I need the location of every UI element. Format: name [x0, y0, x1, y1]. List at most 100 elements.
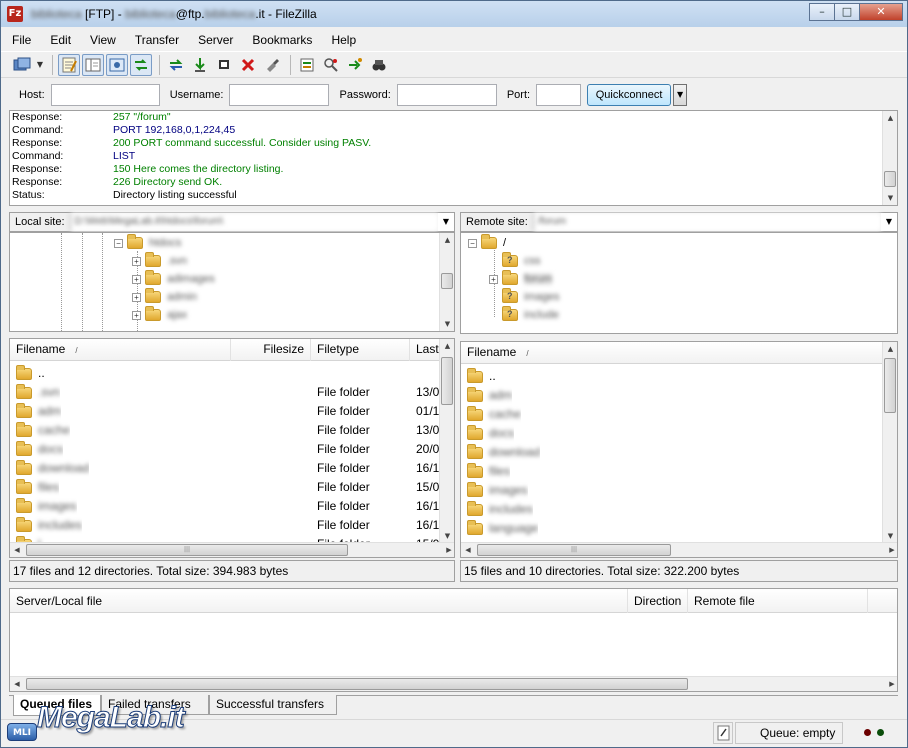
local-directory-tree[interactable]: − htdocs + .svn + adimages + admin + ajax ▲ ▼ — [9, 232, 455, 332]
refresh-icon[interactable] — [165, 54, 187, 76]
password-input[interactable] — [396, 83, 497, 106]
reconnect-icon[interactable] — [261, 54, 283, 76]
local-file-row[interactable]: images File folder 16/1 — [10, 497, 441, 516]
scroll-down-icon[interactable]: ▼ — [883, 191, 897, 205]
column-filetype[interactable]: Filetype — [311, 339, 410, 361]
menu-server[interactable]: Server — [195, 31, 236, 49]
column-server-local-file[interactable]: Server/Local file — [10, 589, 628, 613]
expand-icon[interactable]: + — [489, 274, 498, 284]
toggle-remote-tree-icon[interactable] — [106, 53, 128, 76]
remote-file-row[interactable]: cache — [461, 405, 884, 424]
scroll-down-icon[interactable]: ▼ — [440, 317, 454, 331]
close-button[interactable]: ✕ — [859, 3, 903, 21]
local-list-vertical-scrollbar[interactable]: ▲ ▼ — [439, 339, 454, 543]
filezilla-app-icon[interactable]: Fz — [7, 6, 23, 22]
column-filename[interactable]: Filename / — [461, 342, 884, 364]
expand-icon[interactable]: + — [132, 310, 141, 320]
quickconnect-button[interactable]: Quickconnect — [587, 83, 672, 106]
local-file-row[interactable]: download File folder 16/1 — [10, 459, 441, 478]
synchronized-browsing-icon[interactable] — [344, 54, 366, 76]
menu-bookmarks[interactable]: Bookmarks — [249, 31, 315, 49]
expand-icon[interactable]: + — [132, 292, 141, 302]
directory-compare-icon[interactable] — [320, 54, 342, 76]
minimize-button[interactable]: – — [809, 3, 835, 21]
site-manager-icon[interactable] — [11, 54, 33, 76]
scroll-down-icon[interactable]: ▼ — [883, 529, 897, 543]
message-log[interactable]: Response: 257 "/forum" Command: PORT 192,16… — [9, 110, 898, 206]
toggle-transfer-queue-icon[interactable] — [130, 53, 152, 76]
scroll-left-icon[interactable]: ◀ — [461, 543, 475, 557]
scroll-thumb[interactable] — [26, 678, 688, 690]
remote-file-list[interactable]: Filename / .. adm cache docs download files ima… — [460, 341, 898, 558]
scroll-right-icon[interactable]: ▶ — [885, 677, 897, 691]
remote-list-vertical-scrollbar[interactable]: ▲ ▼ — [882, 342, 897, 543]
scroll-up-icon[interactable]: ▲ — [440, 233, 454, 247]
menu-view[interactable]: View — [87, 31, 119, 49]
maximize-button[interactable]: □ — [834, 3, 860, 21]
local-file-row[interactable]: files File folder 15/0 — [10, 478, 441, 497]
toggle-message-log-icon[interactable] — [58, 53, 80, 76]
scroll-up-icon[interactable]: ▲ — [883, 111, 897, 125]
queue-horizontal-scrollbar[interactable]: ◀ ▶ — [10, 676, 897, 691]
local-tree-item[interactable]: + ajax — [132, 306, 187, 324]
directory-listing-filter-icon[interactable] — [296, 54, 318, 76]
scroll-thumb[interactable] — [441, 357, 453, 405]
local-file-list[interactable]: Filename / Filesize Filetype Last .. .svn F… — [9, 338, 455, 558]
expand-icon[interactable]: + — [132, 256, 141, 266]
scroll-down-icon[interactable]: ▼ — [440, 529, 454, 543]
remote-file-row[interactable]: images — [461, 481, 884, 500]
remote-site-path[interactable]: /forum — [532, 213, 881, 231]
scroll-thumb[interactable]: ||| — [477, 544, 671, 556]
site-manager-dropdown-icon[interactable]: ▼ — [35, 54, 45, 76]
scroll-left-icon[interactable]: ◀ — [10, 677, 24, 691]
remote-file-row[interactable]: docs — [461, 424, 884, 443]
column-filename[interactable]: Filename / — [10, 339, 231, 361]
scroll-thumb[interactable] — [884, 358, 896, 413]
remote-file-row[interactable]: .. — [461, 367, 884, 386]
local-file-row[interactable]: cache File folder 13/0 — [10, 421, 441, 440]
tab-successful-transfers[interactable]: Successful transfers — [209, 695, 337, 715]
scroll-thumb[interactable] — [884, 171, 896, 187]
menu-transfer[interactable]: Transfer — [132, 31, 182, 49]
local-site-dropdown-icon[interactable]: ▼ — [438, 213, 454, 231]
remote-tree-item[interactable]: − / — [468, 234, 506, 252]
process-queue-icon[interactable] — [189, 54, 211, 76]
scroll-up-icon[interactable]: ▲ — [883, 342, 897, 356]
transfer-queue[interactable]: Server/Local file Direction Remote file … — [9, 588, 898, 692]
scroll-right-icon[interactable]: ▶ — [885, 543, 897, 557]
disconnect-icon[interactable] — [237, 54, 259, 76]
scroll-left-icon[interactable]: ◀ — [10, 543, 24, 557]
column-last-modified[interactable]: Last — [410, 339, 441, 361]
remote-file-row[interactable]: language — [461, 519, 884, 538]
remote-file-row[interactable]: download — [461, 443, 884, 462]
port-input[interactable] — [536, 83, 582, 106]
column-direction[interactable]: Direction — [628, 589, 688, 613]
remote-directory-tree[interactable]: −/ css +forum images include — [460, 232, 898, 334]
remote-file-row[interactable]: includes — [461, 500, 884, 519]
remote-tree-item[interactable]: + forum — [489, 270, 553, 288]
remote-tree-item[interactable]: css — [502, 252, 541, 270]
host-input[interactable] — [50, 83, 160, 106]
menu-edit[interactable]: Edit — [47, 31, 74, 49]
menu-help[interactable]: Help — [328, 31, 359, 49]
remote-file-row[interactable]: adm — [461, 386, 884, 405]
local-tree-item[interactable]: + adimages — [132, 270, 215, 288]
column-filesize[interactable]: Filesize — [231, 339, 311, 361]
title-bar[interactable]: Fz biblioteca [FTP] - biblioteca@ftp.bib… — [1, 1, 907, 27]
scroll-thumb[interactable] — [441, 273, 453, 289]
local-file-row[interactable]: .svn File folder 13/0 — [10, 383, 441, 402]
local-file-row[interactable]: includes File folder 16/1 — [10, 516, 441, 535]
local-tree-vertical-scrollbar[interactable]: ▲ ▼ — [439, 233, 454, 331]
expand-icon[interactable]: + — [132, 274, 141, 284]
column-remote-file[interactable]: Remote file — [688, 589, 868, 613]
scroll-thumb[interactable]: ||| — [26, 544, 348, 556]
local-tree-item[interactable]: + admin — [132, 288, 197, 306]
search-icon[interactable] — [368, 54, 390, 76]
local-list-horizontal-scrollbar[interactable]: ◀ ||| ▶ — [10, 542, 454, 557]
scroll-right-icon[interactable]: ▶ — [442, 543, 454, 557]
log-vertical-scrollbar[interactable]: ▲ ▼ — [882, 111, 897, 205]
username-input[interactable] — [229, 83, 330, 106]
local-file-row[interactable]: adm File folder 01/1 — [10, 402, 441, 421]
local-tree-item[interactable]: − htdocs — [114, 234, 181, 252]
stop-icon[interactable] — [213, 54, 235, 76]
